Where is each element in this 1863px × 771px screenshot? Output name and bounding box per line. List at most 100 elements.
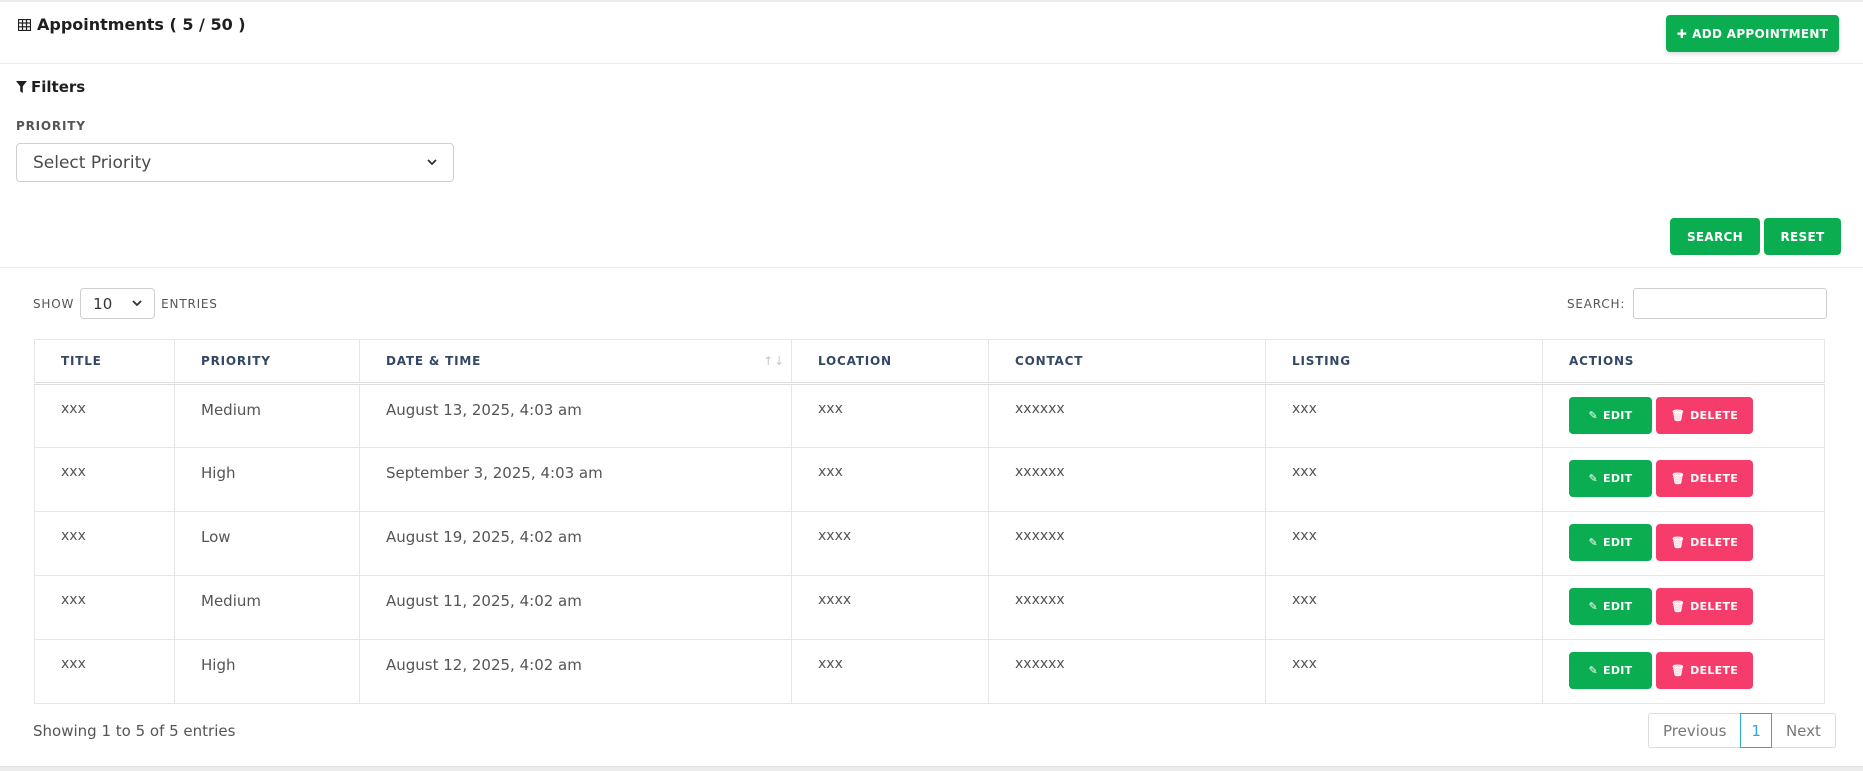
search-button[interactable]: SEARCH xyxy=(1670,218,1760,255)
cell-listing: xxx xyxy=(1265,575,1543,640)
add-appointment-button[interactable]: ✚ ADD APPOINTMENT xyxy=(1666,15,1839,52)
edit-icon: ✎ xyxy=(1588,664,1599,677)
table-search-control: SEARCH: xyxy=(1567,288,1828,319)
table-header-row: TITLE PRIORITY DATE & TIME ↑↓ LOCATION C… xyxy=(34,339,1825,385)
cell-actions: ✎ EDIT 🗑 DELETE xyxy=(1542,383,1825,448)
column-header-datetime-label: DATE & TIME xyxy=(386,354,482,368)
delete-button[interactable]: 🗑 DELETE xyxy=(1656,524,1753,561)
show-label: SHOW xyxy=(33,296,75,311)
delete-label: DELETE xyxy=(1690,664,1739,677)
delete-label: DELETE xyxy=(1690,409,1739,422)
cell-location: xxx xyxy=(791,447,989,512)
plus-icon: ✚ xyxy=(1676,26,1688,41)
column-header-contact[interactable]: CONTACT xyxy=(988,339,1266,385)
entries-select-value: 10 xyxy=(93,294,113,313)
trash-icon: 🗑 xyxy=(1670,600,1686,613)
filters-heading: Filters xyxy=(16,78,85,96)
trash-icon: 🗑 xyxy=(1670,409,1686,422)
table-row: xxx High September 3, 2025, 4:03 am xxx … xyxy=(34,447,1825,512)
cell-priority: High xyxy=(174,639,360,704)
pagination: Previous 1 Next xyxy=(1648,713,1836,748)
cell-datetime: September 3, 2025, 4:03 am xyxy=(359,447,792,512)
column-header-actions: ACTIONS xyxy=(1542,339,1825,385)
cell-contact: xxxxxx xyxy=(988,575,1266,640)
delete-button[interactable]: 🗑 DELETE xyxy=(1656,460,1753,497)
sort-icon: ↑↓ xyxy=(763,354,785,368)
delete-button[interactable]: 🗑 DELETE xyxy=(1656,588,1753,625)
edit-icon: ✎ xyxy=(1588,600,1599,613)
table-search-input[interactable] xyxy=(1633,288,1828,319)
edit-button[interactable]: ✎ EDIT xyxy=(1569,460,1652,497)
table-row: xxx Low August 19, 2025, 4:02 am xxxx xx… xyxy=(34,511,1825,576)
cell-contact: xxxxxx xyxy=(988,639,1266,704)
edit-button[interactable]: ✎ EDIT xyxy=(1569,397,1652,434)
table-row: xxx High August 12, 2025, 4:02 am xxx xx… xyxy=(34,639,1825,704)
edit-button[interactable]: ✎ EDIT xyxy=(1569,652,1652,689)
page-title-text: Appointments ( 5 / 50 ) xyxy=(37,15,246,34)
column-header-priority[interactable]: PRIORITY xyxy=(174,339,360,385)
cell-listing: xxx xyxy=(1265,447,1543,512)
cell-listing: xxx xyxy=(1265,639,1543,704)
next-page-button[interactable]: Next xyxy=(1772,714,1835,747)
cell-location: xxx xyxy=(791,639,989,704)
table-search-label: SEARCH: xyxy=(1567,296,1626,311)
cell-location: xxxx xyxy=(791,575,989,640)
cell-contact: xxxxxx xyxy=(988,383,1266,448)
cell-priority: High xyxy=(174,447,360,512)
edit-label: EDIT xyxy=(1603,600,1633,613)
cell-datetime: August 19, 2025, 4:02 am xyxy=(359,511,792,576)
cell-title: xxx xyxy=(34,575,175,640)
edit-label: EDIT xyxy=(1603,664,1633,677)
table-icon xyxy=(18,18,31,31)
priority-select[interactable]: Select Priority xyxy=(16,143,454,182)
priority-label: PRIORITY xyxy=(16,119,86,133)
table-row: xxx Medium August 13, 2025, 4:03 am xxx … xyxy=(34,383,1825,448)
edit-label: EDIT xyxy=(1603,472,1633,485)
cell-location: xxx xyxy=(791,383,989,448)
cell-datetime: August 13, 2025, 4:03 am xyxy=(359,383,792,448)
delete-button[interactable]: 🗑 DELETE xyxy=(1656,397,1753,434)
cell-listing: xxx xyxy=(1265,511,1543,576)
cell-actions: ✎ EDIT 🗑 DELETE xyxy=(1542,511,1825,576)
previous-page-button[interactable]: Previous xyxy=(1649,714,1740,747)
edit-button[interactable]: ✎ EDIT xyxy=(1569,588,1652,625)
cell-actions: ✎ EDIT 🗑 DELETE xyxy=(1542,447,1825,512)
cell-contact: xxxxxx xyxy=(988,447,1266,512)
cell-priority: Medium xyxy=(174,575,360,640)
column-header-title[interactable]: TITLE xyxy=(34,339,175,385)
edit-button[interactable]: ✎ EDIT xyxy=(1569,524,1652,561)
trash-icon: 🗑 xyxy=(1670,536,1686,549)
cell-datetime: August 11, 2025, 4:02 am xyxy=(359,575,792,640)
edit-icon: ✎ xyxy=(1588,472,1599,485)
cell-priority: Medium xyxy=(174,383,360,448)
column-header-datetime[interactable]: DATE & TIME ↑↓ xyxy=(359,339,792,385)
edit-icon: ✎ xyxy=(1588,409,1599,422)
column-header-listing[interactable]: LISTING xyxy=(1265,339,1543,385)
page-title: Appointments ( 5 / 50 ) xyxy=(18,15,246,34)
table-row: xxx Medium August 11, 2025, 4:02 am xxxx… xyxy=(34,575,1825,640)
edit-label: EDIT xyxy=(1603,409,1633,422)
appointments-card: Appointments ( 5 / 50 ) ✚ ADD APPOINTMEN… xyxy=(0,2,1863,767)
cell-title: xxx xyxy=(34,639,175,704)
cell-listing: xxx xyxy=(1265,383,1543,448)
delete-label: DELETE xyxy=(1690,472,1739,485)
cell-actions: ✎ EDIT 🗑 DELETE xyxy=(1542,639,1825,704)
appointments-table: TITLE PRIORITY DATE & TIME ↑↓ LOCATION C… xyxy=(34,339,1825,704)
cell-title: xxx xyxy=(34,383,175,448)
entries-select[interactable]: 10 xyxy=(80,288,156,319)
page-button-1[interactable]: 1 xyxy=(1740,713,1772,748)
cell-location: xxxx xyxy=(791,511,989,576)
add-appointment-label: ADD APPOINTMENT xyxy=(1692,26,1829,41)
table-info: Showing 1 to 5 of 5 entries xyxy=(33,722,236,740)
delete-button[interactable]: 🗑 DELETE xyxy=(1656,652,1753,689)
column-header-location[interactable]: LOCATION xyxy=(791,339,989,385)
show-entries-control: SHOW 10 ENTRIES xyxy=(33,288,218,319)
chevron-down-icon xyxy=(427,159,437,166)
edit-label: EDIT xyxy=(1603,536,1633,549)
section-divider xyxy=(0,267,1863,268)
cell-priority: Low xyxy=(174,511,360,576)
reset-button[interactable]: RESET xyxy=(1764,218,1841,255)
filter-icon xyxy=(16,81,27,93)
card-header: Appointments ( 5 / 50 ) ✚ ADD APPOINTMEN… xyxy=(0,2,1863,64)
delete-label: DELETE xyxy=(1690,536,1739,549)
